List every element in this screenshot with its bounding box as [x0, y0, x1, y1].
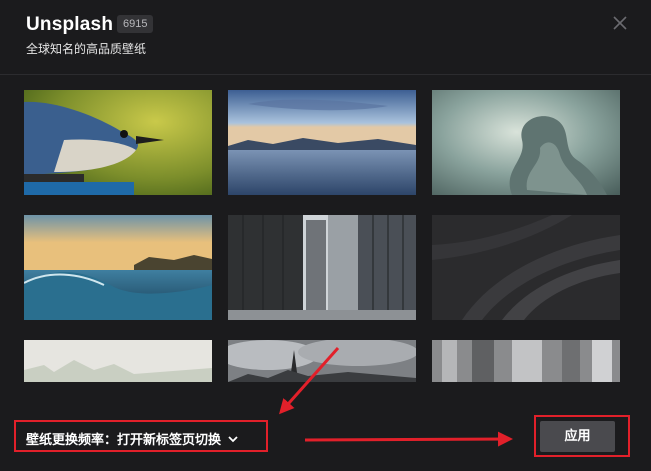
wallpaper-thumb-foggy-forest[interactable] — [24, 340, 212, 382]
close-icon — [613, 16, 627, 30]
dialog-header: Unsplash 6915 全球知名的高品质壁纸 — [0, 0, 651, 75]
wallpaper-grid — [24, 90, 620, 382]
wallpaper-thumb-church-clouds[interactable] — [228, 340, 416, 382]
annotation-arrow-to-apply — [304, 431, 513, 447]
close-button[interactable] — [607, 10, 633, 36]
frequency-setting-frame: 壁纸更换频率：打开新标签页切换 — [14, 420, 268, 452]
frequency-label: 壁纸更换频率：打开新标签页切换 — [26, 433, 222, 448]
wallpaper-count-badge: 6915 — [117, 15, 154, 33]
chevron-down-icon — [227, 433, 239, 449]
dialog-title: Unsplash — [26, 14, 114, 35]
wallpaper-thumb-blur[interactable] — [432, 340, 620, 382]
wallpaper-thumb-bird[interactable] — [24, 90, 212, 195]
wallpaper-thumb-dark-abstract[interactable] — [432, 215, 620, 320]
wallpaper-thumb-city[interactable] — [228, 215, 416, 320]
apply-button[interactable]: 应用 — [540, 421, 615, 452]
dialog-subtitle: 全球知名的高品质壁纸 — [26, 42, 147, 56]
wallpaper-thumb-lake[interactable] — [228, 90, 416, 195]
wallpaper-thumb-wave[interactable] — [24, 215, 212, 320]
frequency-dropdown[interactable]: 壁纸更换频率：打开新标签页切换 — [26, 429, 239, 449]
wallpaper-thumb-clouds[interactable] — [432, 90, 620, 195]
